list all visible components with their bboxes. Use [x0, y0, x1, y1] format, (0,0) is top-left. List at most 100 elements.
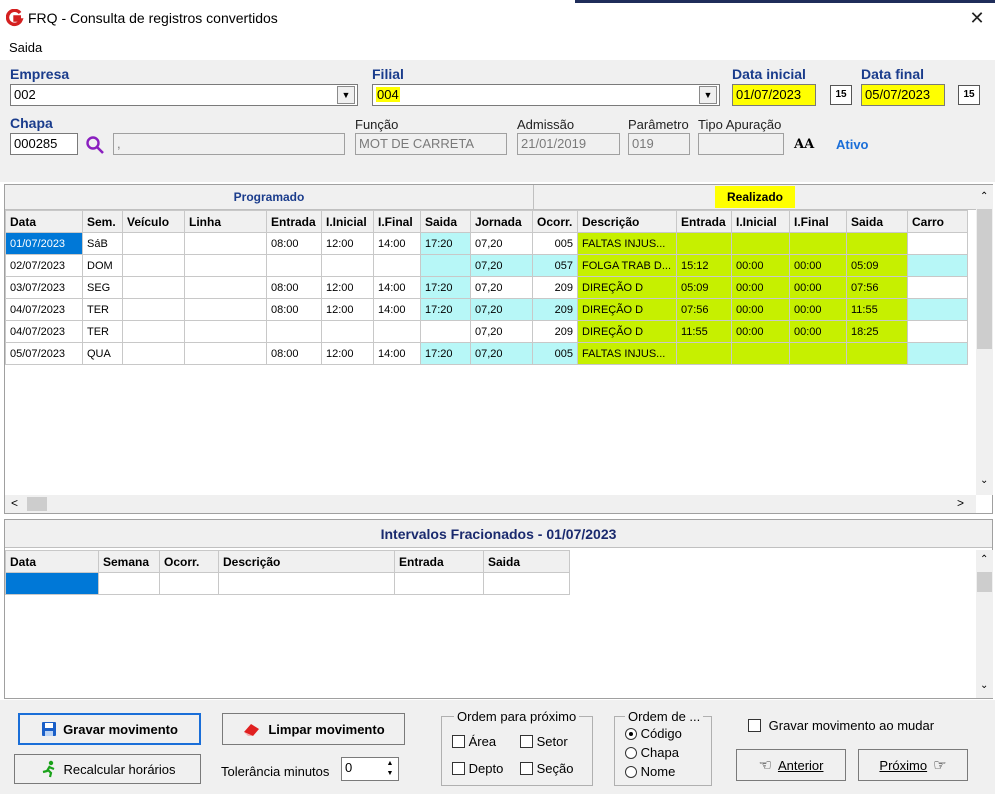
table-cell[interactable]: DIREÇÃO D	[577, 320, 677, 343]
table-cell[interactable]: 005	[532, 342, 578, 365]
table-cell[interactable]: 05:09	[676, 276, 732, 299]
table-cell[interactable]: 07,20	[470, 320, 533, 343]
table-cell[interactable]	[122, 232, 185, 255]
chevron-left-icon[interactable]: <	[11, 496, 18, 510]
table-cell[interactable]: 057	[532, 254, 578, 277]
table-cell[interactable]: 14:00	[373, 276, 421, 299]
table-row[interactable]: 02/07/2023 DOM 07,20 057 FOLGA TRAB D... 15:1…	[5, 254, 968, 277]
table-cell[interactable]: DOM	[82, 254, 123, 277]
column-header[interactable]: Carro	[907, 210, 968, 233]
table-cell[interactable]	[321, 320, 374, 343]
column-header[interactable]: Descrição	[218, 550, 395, 573]
codigo-radio[interactable]: Código	[625, 726, 682, 741]
movements-grid[interactable]: Programado Realizado Data Sem. Veículo Linh…	[4, 184, 993, 514]
chapa-input[interactable]: 000285	[10, 133, 78, 155]
column-header[interactable]: Entrada	[266, 210, 322, 233]
table-cell[interactable]	[184, 254, 267, 277]
checkbox-box[interactable]	[452, 735, 465, 748]
chevron-down-icon[interactable]: ⌄	[980, 680, 988, 691]
gravar-ao-mudar-checkbox[interactable]: Gravar movimento ao mudar	[748, 718, 934, 733]
setor-checkbox[interactable]: Setor	[520, 734, 568, 749]
calendar-icon[interactable]: 15	[958, 85, 980, 105]
data-inicial-input[interactable]: 01/07/2023	[732, 84, 816, 106]
column-header[interactable]: Linha	[184, 210, 267, 233]
horizontal-scrollbar[interactable]: < >	[5, 495, 976, 513]
table-cell[interactable]: SáB	[82, 232, 123, 255]
proximo-button[interactable]: Próximo ☞	[858, 749, 968, 781]
table-cell[interactable]: 12:00	[321, 232, 374, 255]
calendar-icon[interactable]: 15	[830, 85, 852, 105]
chevron-down-icon[interactable]: ▼	[337, 86, 355, 104]
table-cell[interactable]: 08:00	[266, 232, 322, 255]
table-cell[interactable]: 07:56	[846, 276, 908, 299]
chevron-down-icon[interactable]: ▼	[699, 86, 717, 104]
table-cell[interactable]: 18:25	[846, 320, 908, 343]
table-cell[interactable]: 00:00	[789, 298, 847, 321]
table-cell[interactable]	[184, 298, 267, 321]
table-cell[interactable]	[676, 342, 732, 365]
table-cell[interactable]	[907, 232, 968, 255]
table-cell[interactable]	[394, 572, 484, 595]
column-header[interactable]: Saida	[420, 210, 471, 233]
table-cell[interactable]: 11:55	[676, 320, 732, 343]
table-cell[interactable]: 12:00	[321, 298, 374, 321]
table-cell[interactable]: 00:00	[789, 320, 847, 343]
table-cell[interactable]: 209	[532, 298, 578, 321]
table-cell[interactable]: 01/07/2023	[5, 232, 83, 255]
chevron-down-icon[interactable]: ⌄	[980, 475, 988, 486]
table-row[interactable]: 01/07/2023 SáB 08:00 12:00 14:00 17:20 07,20 00…	[5, 232, 968, 255]
search-icon[interactable]	[85, 135, 105, 155]
table-cell[interactable]: 00:00	[789, 254, 847, 277]
table-cell[interactable]: DIREÇÃO D	[577, 276, 677, 299]
column-header[interactable]: Semana	[98, 550, 160, 573]
column-header[interactable]: I.Inicial	[731, 210, 790, 233]
table-cell[interactable]	[731, 232, 790, 255]
table-cell[interactable]	[184, 320, 267, 343]
gravar-movimento-button[interactable]: Gravar movimento	[18, 713, 201, 745]
area-checkbox[interactable]: Área	[452, 734, 496, 749]
chevron-up-icon[interactable]: ⌃	[980, 554, 988, 565]
column-header[interactable]: Sem.	[82, 210, 123, 233]
close-icon[interactable]: ✕	[965, 6, 989, 30]
radio-button[interactable]	[625, 766, 637, 778]
nome-radio[interactable]: Nome	[625, 764, 675, 779]
chevron-up-icon[interactable]: ⌃	[980, 191, 988, 202]
table-cell[interactable]: 07,20	[470, 298, 533, 321]
chapa-radio[interactable]: Chapa	[625, 745, 679, 760]
checkbox-box[interactable]	[452, 762, 465, 775]
vertical-scrollbar[interactable]: ⌃ ⌄	[976, 185, 993, 495]
table-row[interactable]	[5, 572, 570, 595]
chevron-right-icon[interactable]: >	[957, 496, 964, 510]
table-cell[interactable]: 00:00	[789, 276, 847, 299]
table-cell[interactable]	[184, 232, 267, 255]
table-cell[interactable]: 07,20	[470, 276, 533, 299]
table-cell[interactable]	[907, 276, 968, 299]
table-cell[interactable]: DIREÇÃO D	[577, 298, 677, 321]
table-cell[interactable]: 07,20	[470, 232, 533, 255]
column-header[interactable]: Jornada	[470, 210, 533, 233]
table-cell[interactable]: FALTAS INJUS...	[577, 342, 677, 365]
table-cell[interactable]	[122, 320, 185, 343]
stepper-arrows-icon[interactable]: ▲ ▼	[383, 759, 397, 779]
table-cell[interactable]	[184, 342, 267, 365]
table-cell[interactable]: 17:20	[420, 232, 471, 255]
column-header[interactable]: Data	[5, 550, 99, 573]
filial-select[interactable]: 004 ▼	[372, 84, 720, 106]
table-cell[interactable]: 03/07/2023	[5, 276, 83, 299]
column-header[interactable]: Saida	[846, 210, 908, 233]
table-cell[interactable]: 209	[532, 276, 578, 299]
hscroll-thumb[interactable]	[27, 497, 47, 511]
recalcular-horarios-button[interactable]: Recalcular horários	[14, 754, 201, 784]
table-cell[interactable]: TER	[82, 298, 123, 321]
limpar-movimento-button[interactable]: Limpar movimento	[222, 713, 405, 745]
table-cell[interactable]	[907, 342, 968, 365]
table-cell[interactable]: 17:20	[420, 342, 471, 365]
table-cell[interactable]: 12:00	[321, 276, 374, 299]
table-cell[interactable]	[122, 254, 185, 277]
table-row[interactable]: 03/07/2023 SEG 08:00 12:00 14:00 17:20 07,20 20…	[5, 276, 968, 299]
table-cell[interactable]	[420, 320, 471, 343]
table-cell[interactable]: 209	[532, 320, 578, 343]
checkbox-box[interactable]	[520, 735, 533, 748]
menu-saida[interactable]: Saida	[9, 40, 42, 55]
column-header[interactable]: Entrada	[676, 210, 732, 233]
